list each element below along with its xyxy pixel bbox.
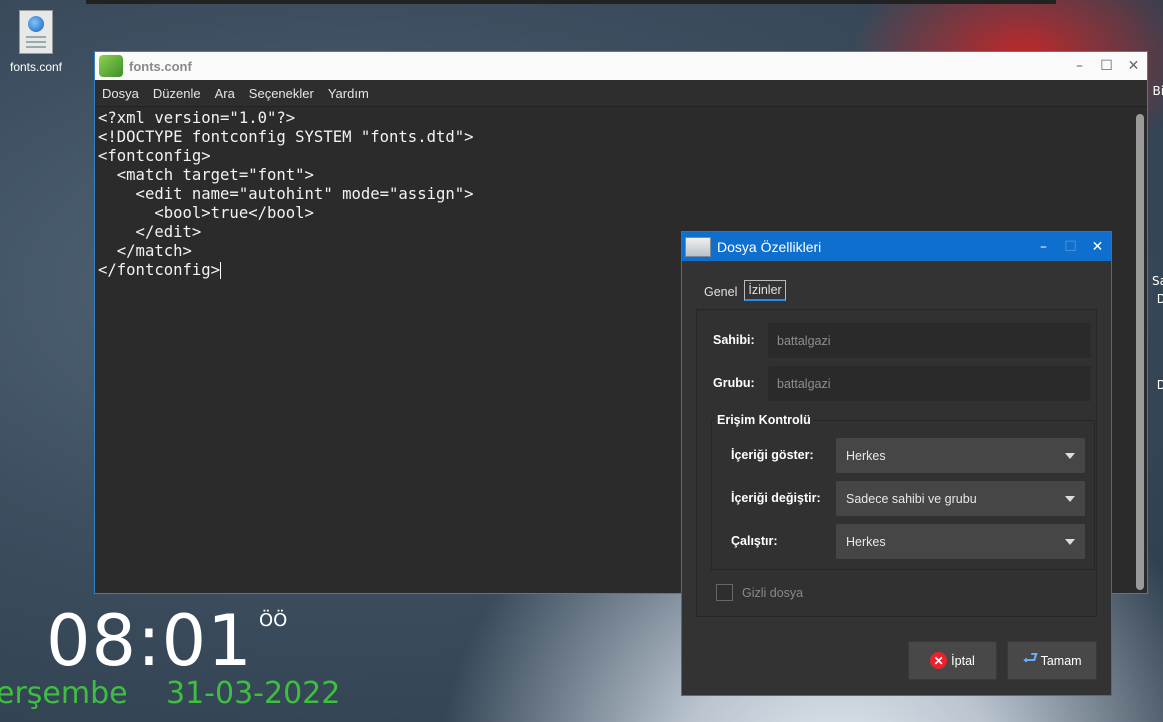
close-icon[interactable]: ✕ <box>1084 239 1111 255</box>
code-line: <fontconfig> <box>98 147 211 165</box>
tab-genel[interactable]: Genel <box>704 285 737 301</box>
chevron-down-icon <box>1065 538 1075 545</box>
change-content-select[interactable]: Sadece sahibi ve grubu <box>836 481 1085 516</box>
execute-select[interactable]: Herkes <box>836 524 1085 559</box>
editor-titlebar[interactable]: fonts.conf – ☐ ✕ <box>95 52 1147 80</box>
execute-value: Herkes <box>846 534 886 549</box>
group-field: battalgazi <box>768 366 1091 401</box>
enter-icon: ⮐ <box>1022 647 1039 668</box>
hidden-file-row: Gizli dosya <box>716 584 803 601</box>
menu-dosya[interactable]: Dosya <box>102 86 139 101</box>
desktop-icon-fonts-conf[interactable]: fonts.conf <box>0 10 72 74</box>
permissions-panel: Sahibi: battalgazi Grubu: battalgazi Eri… <box>696 309 1097 617</box>
menu-duzenle[interactable]: Düzenle <box>153 86 201 101</box>
menu-yardim[interactable]: Yardım <box>328 86 369 101</box>
text-cursor <box>220 262 222 279</box>
editor-title: fonts.conf <box>129 58 192 74</box>
owner-label: Sahibi: <box>713 333 755 347</box>
editor-scrollbar[interactable] <box>1136 114 1144 590</box>
dialog-tabs: Genel İzinler <box>704 280 786 301</box>
hidden-file-checkbox[interactable] <box>716 584 733 601</box>
xml-file-icon <box>19 10 53 54</box>
dialog-titlebar[interactable]: Dosya Özellikleri – ☐ ✕ <box>682 232 1111 261</box>
mousepad-app-icon <box>99 55 123 77</box>
code-line: <?xml version="1.0"?> <box>98 109 296 127</box>
chevron-down-icon <box>1065 452 1075 459</box>
cancel-button[interactable]: ✕ İptal <box>908 641 997 680</box>
code-line: </match> <box>98 242 192 260</box>
maximize-icon[interactable]: ☐ <box>1093 58 1120 74</box>
change-content-value: Sadece sahibi ve grubu <box>846 491 977 506</box>
editor-text-area[interactable]: <?xml version="1.0"?> <!DOCTYPE fontconfi… <box>98 109 474 280</box>
day-name: erşembe <box>0 676 128 711</box>
minimize-icon[interactable]: – <box>1066 58 1093 74</box>
change-content-label: İçeriği değiştir: <box>731 491 821 505</box>
code-line: <edit name="autohint" mode="assign"> <box>98 185 474 203</box>
menu-ara[interactable]: Ara <box>215 86 235 101</box>
dialog-title: Dosya Özellikleri <box>717 238 822 255</box>
code-line: </fontconfig> <box>98 261 221 279</box>
menu-secenekler[interactable]: Seçenekler <box>249 86 314 101</box>
view-content-value: Herkes <box>846 448 886 463</box>
editor-menubar: Dosya Düzenle Ara Seçenekler Yardım <box>95 80 1147 107</box>
chevron-down-icon <box>1065 495 1075 502</box>
hidden-file-label: Gizli dosya <box>742 585 804 600</box>
edge-text: D <box>1156 292 1163 306</box>
group-label: Grubu: <box>713 376 755 390</box>
ok-button[interactable]: ⮐ Tamam <box>1007 641 1097 680</box>
ok-button-label: Tamam <box>1040 653 1082 668</box>
maximize-icon[interactable]: ☐ <box>1057 239 1084 255</box>
desktop-icon-label: fonts.conf <box>9 60 63 74</box>
window-icon <box>685 236 711 257</box>
edge-text: Sa <box>1152 274 1163 288</box>
minimize-icon[interactable]: – <box>1030 239 1057 255</box>
code-line: <bool>true</bool> <box>98 204 314 222</box>
cancel-button-label: İptal <box>951 653 975 668</box>
clock-time: 08:01 <box>46 600 253 682</box>
edge-text: Bir <box>1152 84 1163 98</box>
code-line: <match target="font"> <box>98 166 314 184</box>
clock-ampm: ÖÖ <box>259 610 288 631</box>
owner-field: battalgazi <box>768 323 1091 358</box>
edge-text: D <box>1156 378 1163 392</box>
file-properties-dialog: Dosya Özellikleri – ☐ ✕ Genel İzinler Sa… <box>681 231 1112 696</box>
code-line: <!DOCTYPE fontconfig SYSTEM "fonts.dtd"> <box>98 128 474 146</box>
date-value: 31-03-2022 <box>166 676 341 711</box>
tab-izinler[interactable]: İzinler <box>744 280 786 301</box>
code-line: </edit> <box>98 223 202 241</box>
cancel-icon: ✕ <box>930 652 948 669</box>
view-content-label: İçeriği göster: <box>731 448 814 462</box>
execute-label: Çalıştır: <box>731 534 778 548</box>
view-content-select[interactable]: Herkes <box>836 438 1085 473</box>
close-icon[interactable]: ✕ <box>1120 58 1147 74</box>
top-panel-strip <box>86 0 1056 4</box>
access-control-title: Erişim Kontrolü <box>715 413 813 427</box>
